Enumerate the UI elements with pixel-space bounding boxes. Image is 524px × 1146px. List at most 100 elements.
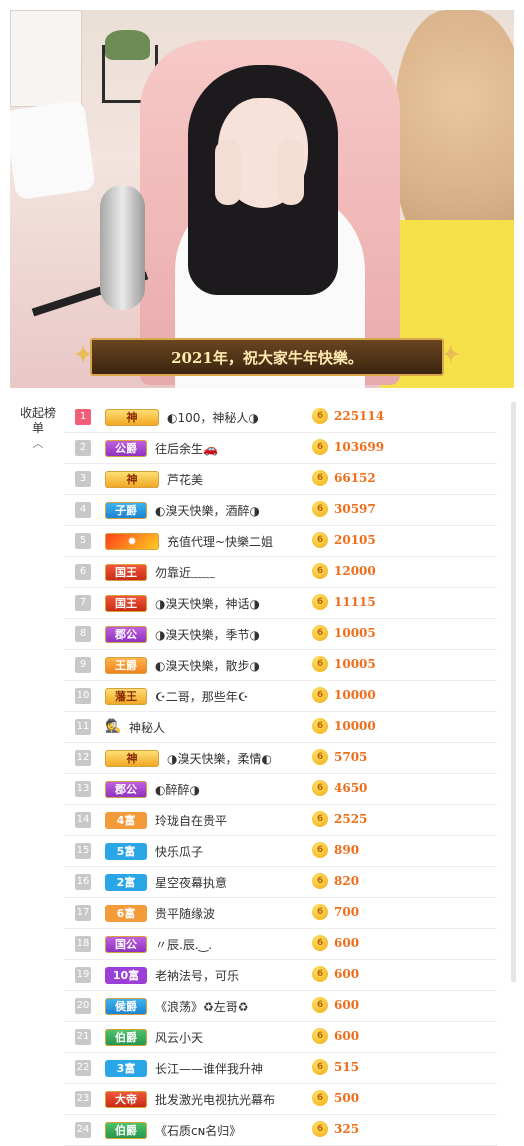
rank-badge: 大帝 [105,1090,147,1108]
ranking-scrollbar[interactable] [511,402,516,982]
rank-number: 10 [75,688,91,704]
rank-badge: 国公 [105,935,147,953]
coin-icon: 6 [312,532,328,548]
rank-badge: 4富 [105,811,147,829]
user-name[interactable]: 《浪荡》♻左哥♻ [155,998,310,1015]
ranking-row[interactable]: 23 大帝 批发激光电视抗光幕布 6 500 [64,1084,497,1115]
coin-icon: 6 [312,997,328,1013]
user-name[interactable]: 风云小天 [155,1029,310,1046]
user-name[interactable]: 老衲法号，可乐 [155,967,310,984]
collapse-ranking-button[interactable]: 收起榜单 ︿ [18,406,58,451]
ranking-row[interactable]: 15 5富 快乐瓜子 6 890 [64,836,497,867]
rank-number: 19 [75,967,91,983]
coin-icon: 6 [312,718,328,734]
user-name[interactable]: ◐100，神秘人◑ [167,409,322,426]
ranking-row[interactable]: 21 伯爵 风云小天 6 600 [64,1022,497,1053]
contribution-score: 515 [334,1060,360,1074]
rank-number: 9 [75,657,91,673]
user-name[interactable]: 勿靠近﹏﹏ [155,564,310,581]
rank-badge: 王爵 [105,656,147,674]
user-name[interactable]: 《石质ᴄɴ名归》 [155,1122,310,1139]
contribution-score: 700 [334,905,360,919]
ranking-row[interactable]: 9 王爵 ◐溴天快樂，散步◑ 6 10005 [64,650,497,681]
coin-icon: 6 [312,408,328,424]
ranking-row[interactable]: 17 6富 贵平随缘波 6 700 [64,898,497,929]
coin-icon: 6 [312,594,328,610]
contribution-score: 600 [334,1029,360,1043]
ranking-row[interactable]: 18 国公 〃辰.辰.‿. 6 600 [64,929,497,960]
contribution-score: 103699 [334,440,385,454]
user-name[interactable]: 长江——谁伴我升神 [155,1060,310,1077]
ranking-row[interactable]: 22 3富 长江——谁伴我升神 6 515 [64,1053,497,1084]
ranking-row[interactable]: 19 10富 老衲法号，可乐 6 600 [64,960,497,991]
contribution-score: 30597 [334,502,376,516]
ranking-row[interactable]: 2 公爵 往后余生🚗 6 103699 [64,433,497,464]
contribution-score: 600 [334,936,360,950]
coin-icon: 6 [312,780,328,796]
rank-number: 23 [75,1091,91,1107]
ranking-row[interactable]: 7 国王 ◑溴天快樂，神话◑ 6 11115 [64,588,497,619]
ranking-row[interactable]: 12 神 ◑溴天快樂，柔情◐ 6 5705 [64,743,497,774]
ranking-row[interactable]: 24 伯爵 《石质ᴄɴ名归》 6 325 [64,1115,497,1146]
rank-number: 13 [75,781,91,797]
coin-icon: 6 [312,563,328,579]
rank-number: 14 [75,812,91,828]
user-name[interactable]: 批发激光电视抗光幕布 [155,1091,310,1108]
user-name[interactable]: ◑溴天快樂，神话◑ [155,595,310,612]
rank-badge: 公爵 [105,439,147,457]
user-name[interactable]: 星空夜幕执意 [155,874,310,891]
coin-icon: 6 [312,1028,328,1044]
rank-number: 12 [75,750,91,766]
ranking-row[interactable]: 20 侯爵 《浪荡》♻左哥♻ 6 600 [64,991,497,1022]
rank-badge: 3富 [105,1059,147,1077]
ranking-row[interactable]: 16 2富 星空夜幕执意 6 820 [64,867,497,898]
ranking-row[interactable]: 11 🕵 神秘人 6 10000 [64,712,497,743]
ranking-row[interactable]: 5 ✹ 充值代理~快樂二姐 6 20105 [64,526,497,557]
coin-icon: 6 [312,749,328,765]
ranking-row[interactable]: 10 藩王 ☪二哥，那些年☪ 6 10000 [64,681,497,712]
rank-number: 15 [75,843,91,859]
rank-number: 7 [75,595,91,611]
user-name[interactable]: ◑溴天快樂，季节◑ [155,626,310,643]
contribution-score: 325 [334,1122,360,1136]
ranking-row[interactable]: 4 子爵 ◐溴天快樂，酒醉◑ 6 30597 [64,495,497,526]
contribution-score: 600 [334,998,360,1012]
user-name[interactable]: ◐溴天快樂，散步◑ [155,657,310,674]
user-name[interactable]: 往后余生🚗 [155,440,310,457]
rank-number: 22 [75,1060,91,1076]
ranking-row[interactable]: 6 国王 勿靠近﹏﹏ 6 12000 [64,557,497,588]
coin-icon: 6 [312,842,328,858]
rank-badge: 5富 [105,842,147,860]
rank-badge: 子爵 [105,501,147,519]
rank-number: 17 [75,905,91,921]
ranking-row[interactable]: 3 神芦花美 6 66152 [64,464,497,495]
rank-badge: 6富 [105,904,147,922]
user-name[interactable]: 芦花美 [167,471,322,488]
ranking-row[interactable]: 13 郡公 ◐醉醉◑ 6 4650 [64,774,497,805]
contribution-score: 10000 [334,688,376,702]
background-wall-frame [10,10,82,107]
contribution-score: 600 [334,967,360,981]
user-name[interactable]: ◐醉醉◑ [155,781,310,798]
rank-badge: 伯爵 [105,1028,147,1046]
user-name[interactable]: ☪二哥，那些年☪ [155,688,310,705]
user-name[interactable]: ◐溴天快樂，酒醉◑ [155,502,310,519]
live-stream-video[interactable]: 2021年，祝大家牛年快樂。 [10,10,514,388]
coin-icon: 6 [312,811,328,827]
user-name[interactable]: ◑溴天快樂，柔情◐ [167,750,322,767]
rank-number: 5 [75,533,91,549]
user-name[interactable]: 玲珑自在贵平 [155,812,310,829]
user-name[interactable]: 〃辰.辰.‿. [155,936,310,953]
streamer-hand-right [278,140,304,205]
contribution-score: 66152 [334,471,376,485]
user-name[interactable]: 充值代理~快樂二姐 [167,533,322,550]
coin-icon: 6 [312,439,328,455]
user-name[interactable]: 神秘人 [129,719,284,736]
rank-badge: 郡公 [105,625,147,643]
user-name[interactable]: 快乐瓜子 [155,843,310,860]
ranking-row[interactable]: 14 4富 玲珑自在贵平 6 2525 [64,805,497,836]
ranking-row[interactable]: 1 神 ◐100，神秘人◑ 6 225114 [64,402,497,433]
user-name[interactable]: 贵平随缘波 [155,905,310,922]
ranking-row[interactable]: 8 郡公 ◑溴天快樂，季节◑ 6 10005 [64,619,497,650]
rank-badge: 神 [105,749,159,767]
